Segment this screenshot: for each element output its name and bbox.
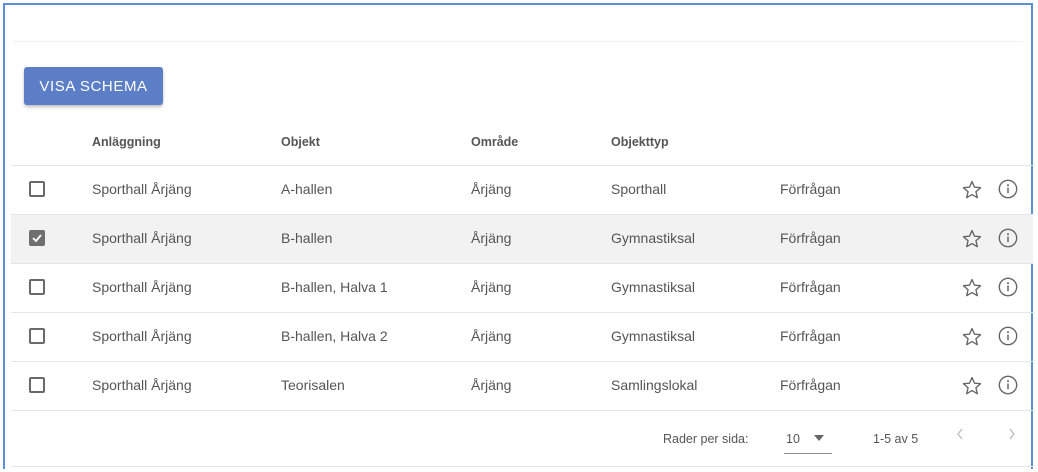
previous-page-button[interactable] — [955, 427, 965, 446]
star-outline-icon[interactable] — [961, 228, 983, 250]
table-row[interactable]: Sporthall Årjäng B-hallen, Halva 2 Årjän… — [11, 313, 1033, 362]
cell-object-type: Gymnastiksal — [611, 328, 696, 344]
show-schedule-button[interactable]: VISA SCHEMA — [24, 67, 163, 105]
cell-area: Årjäng — [471, 230, 512, 246]
cell-facility: Sporthall Årjäng — [92, 279, 192, 295]
cell-object: B-hallen — [281, 230, 333, 246]
header-object-type[interactable]: Objekttyp — [611, 135, 669, 149]
row-checkbox[interactable] — [29, 230, 45, 246]
info-circle-icon[interactable] — [997, 374, 1019, 396]
info-circle-icon[interactable] — [997, 276, 1019, 298]
cell-facility: Sporthall Årjäng — [92, 377, 192, 393]
cell-object-type: Samlingslokal — [611, 377, 698, 393]
info-circle-icon[interactable] — [997, 227, 1019, 249]
pagination-range: 1-5 av 5 — [873, 432, 919, 446]
table-row[interactable]: Sporthall Årjäng B-hallen Årjäng Gymnast… — [11, 215, 1033, 264]
rows-per-page-label: Rader per sida: — [663, 432, 749, 446]
table-row[interactable]: Sporthall Årjäng Teorisalen Årjäng Samli… — [11, 362, 1033, 411]
chevron-left-icon — [957, 428, 963, 440]
cell-object: B-hallen, Halva 1 — [281, 279, 388, 295]
header-object[interactable]: Objekt — [281, 135, 320, 149]
footer-divider — [11, 466, 1033, 467]
cell-request: Förfrågan — [780, 279, 841, 295]
cell-object-type: Sporthall — [611, 181, 667, 197]
caret-down-icon — [814, 435, 824, 441]
row-checkbox[interactable] — [29, 279, 45, 295]
star-outline-icon[interactable] — [961, 326, 983, 348]
facility-table: Anläggning Objekt Område Objekttyp Sport… — [11, 115, 1033, 467]
cell-area: Årjäng — [471, 328, 512, 344]
table-pagination: Rader per sida: 10 1-5 av 5 — [11, 411, 1033, 467]
star-outline-icon[interactable] — [961, 179, 983, 201]
cell-facility: Sporthall Årjäng — [92, 181, 192, 197]
info-circle-icon[interactable] — [997, 325, 1019, 347]
top-divider — [13, 41, 1023, 42]
rows-per-page-select[interactable]: 10 — [784, 427, 832, 454]
cell-area: Årjäng — [471, 181, 512, 197]
header-facility[interactable]: Anläggning — [92, 135, 161, 149]
row-checkbox[interactable] — [29, 328, 45, 344]
table-row[interactable]: Sporthall Årjäng A-hallen Årjäng Sportha… — [11, 166, 1033, 215]
cell-request: Förfrågan — [780, 328, 841, 344]
cell-area: Årjäng — [471, 377, 512, 393]
table-row[interactable]: Sporthall Årjäng B-hallen, Halva 1 Årjän… — [11, 264, 1033, 313]
cell-object-type: Gymnastiksal — [611, 230, 696, 246]
info-circle-icon[interactable] — [997, 178, 1019, 200]
cell-area: Årjäng — [471, 279, 512, 295]
header-area[interactable]: Område — [471, 135, 518, 149]
cell-object: B-hallen, Halva 2 — [281, 328, 388, 344]
rows-per-page-value: 10 — [786, 432, 800, 446]
cell-object-type: Gymnastiksal — [611, 279, 696, 295]
cell-object: A-hallen — [281, 181, 333, 197]
chevron-right-icon — [1009, 428, 1015, 440]
star-outline-icon[interactable] — [961, 375, 983, 397]
cell-facility: Sporthall Årjäng — [92, 230, 192, 246]
next-page-button[interactable] — [1007, 427, 1017, 446]
cell-request: Förfrågan — [780, 230, 841, 246]
row-checkbox[interactable] — [29, 181, 45, 197]
cell-facility: Sporthall Årjäng — [92, 328, 192, 344]
star-outline-icon[interactable] — [961, 277, 983, 299]
cell-request: Förfrågan — [780, 377, 841, 393]
cell-object: Teorisalen — [281, 377, 345, 393]
page-frame: VISA SCHEMA Anläggning Objekt Område Obj… — [3, 3, 1033, 469]
table-header: Anläggning Objekt Område Objekttyp — [11, 115, 1033, 166]
checkmark-icon — [32, 234, 42, 243]
row-checkbox[interactable] — [29, 377, 45, 393]
table-body: Sporthall Årjäng A-hallen Årjäng Sportha… — [11, 166, 1033, 411]
cell-request: Förfrågan — [780, 181, 841, 197]
